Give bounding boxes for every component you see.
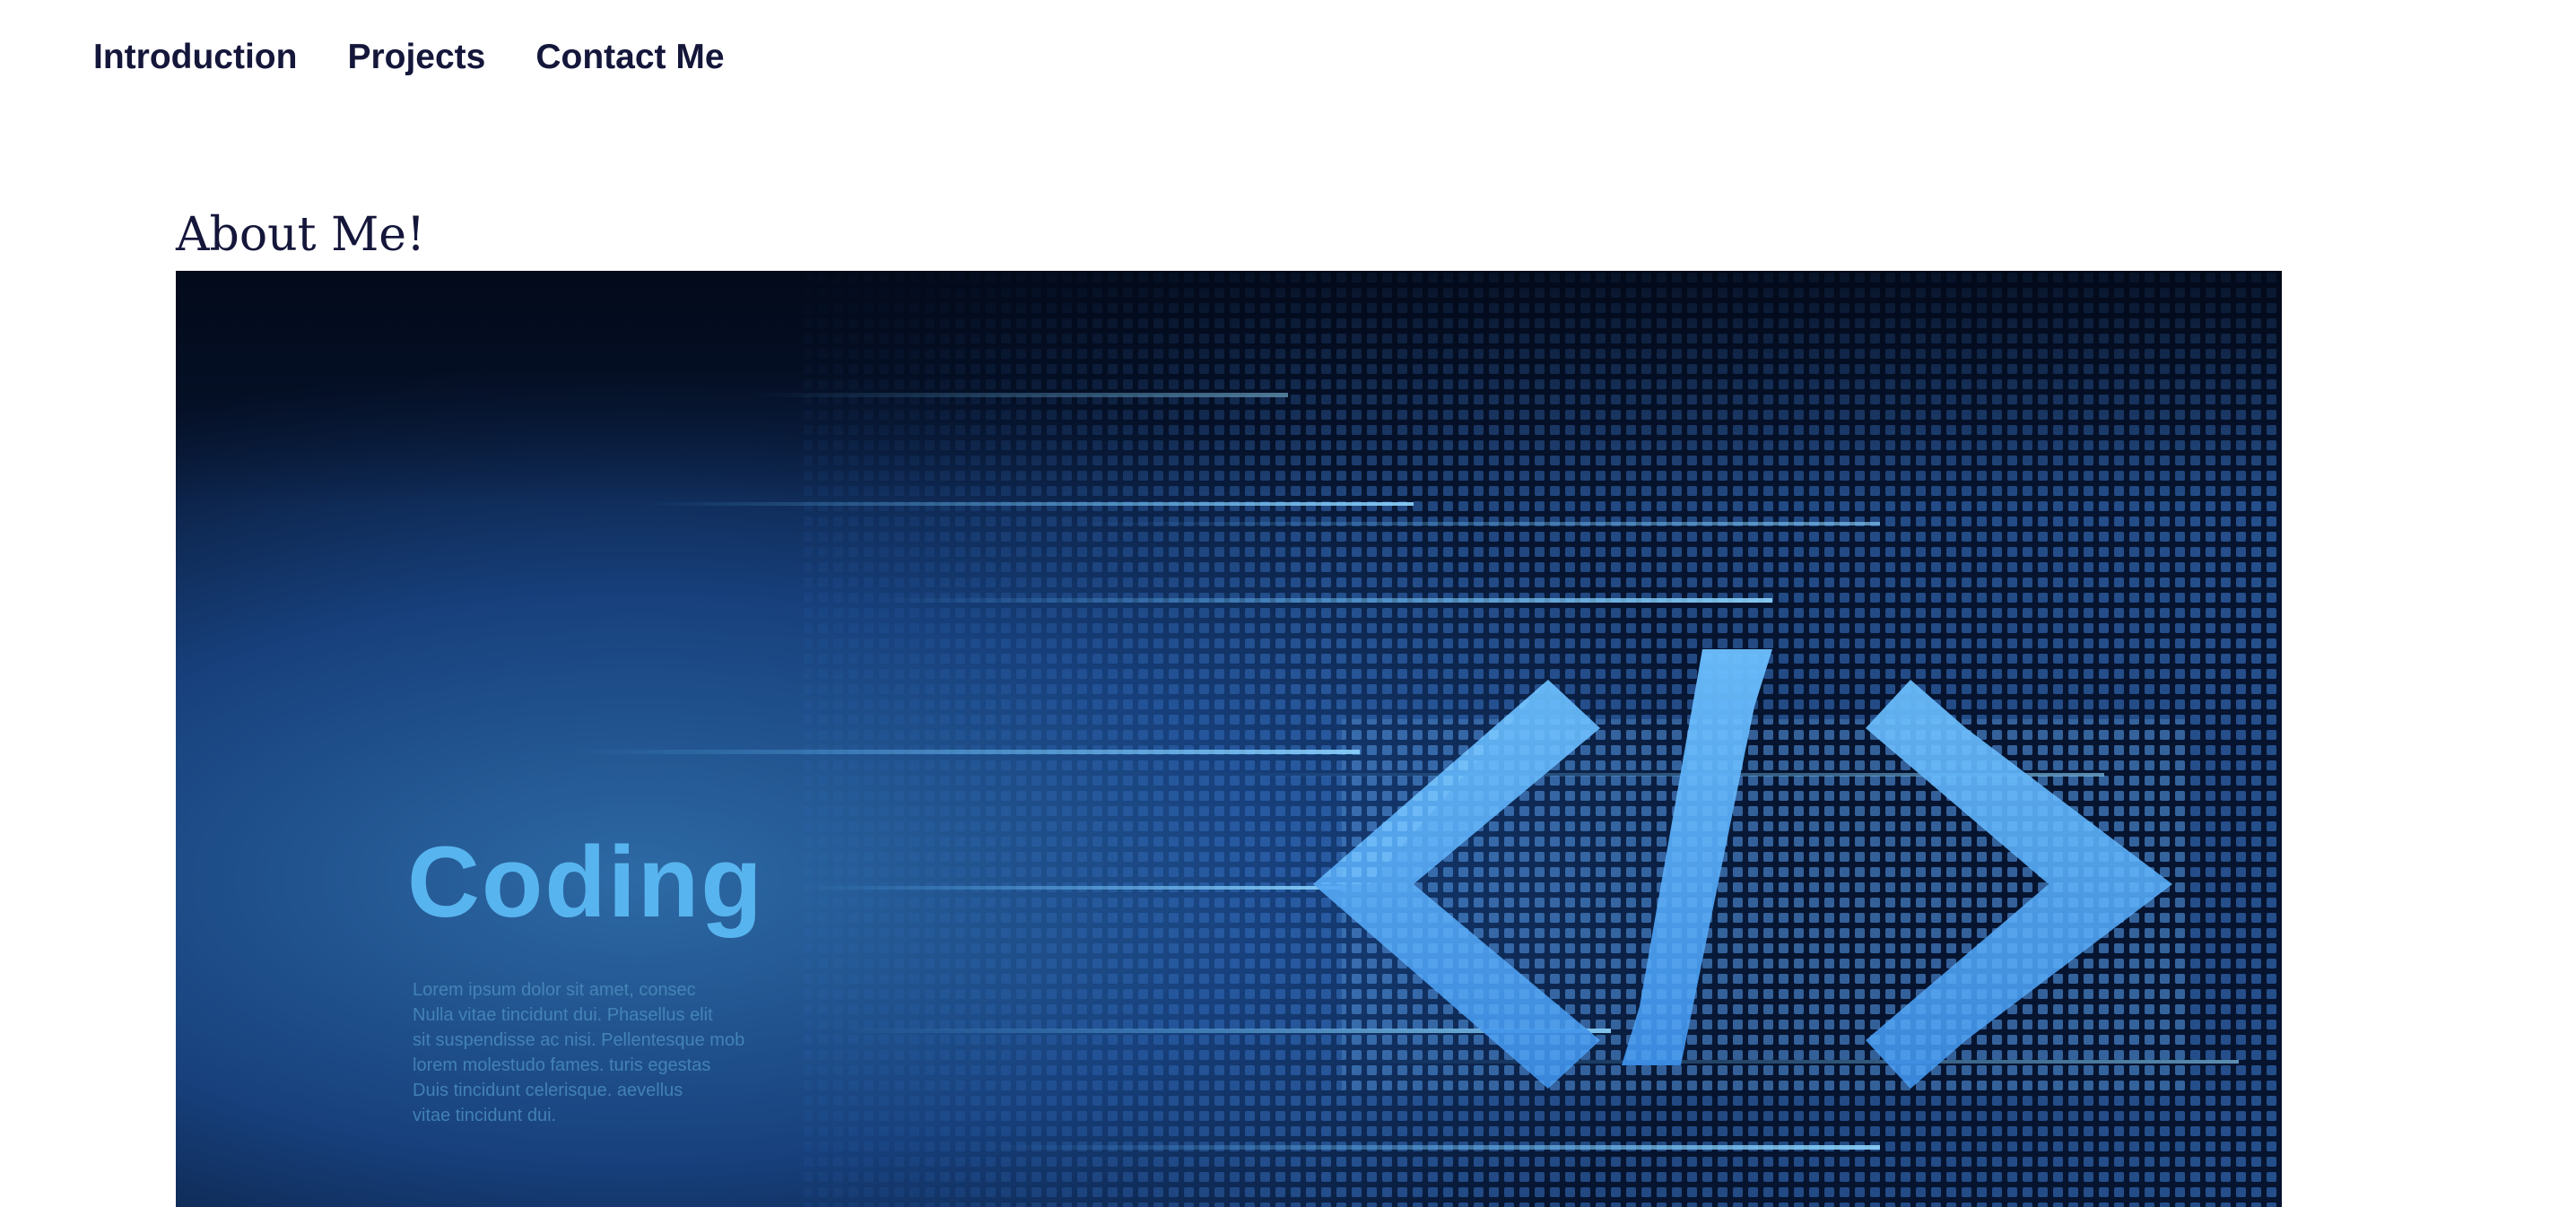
top-nav: Introduction Projects Contact Me	[93, 32, 775, 82]
nav-link-projects[interactable]: Projects	[347, 38, 485, 77]
hero-text-line: Duis tincidunt celerisque. aevellus	[413, 1081, 683, 1100]
about-me-heading: About Me!	[176, 208, 425, 262]
hero-text-line: Nulla vitae tincidunt dui. Phasellus eli…	[413, 1005, 713, 1025]
hero-text-line: lorem molestudo fames. turis egestas	[413, 1055, 710, 1075]
hero-text-line: sit suspendisse ac nisi. Pellentesque mo…	[413, 1030, 744, 1050]
nav-link-introduction[interactable]: Introduction	[93, 38, 297, 77]
nav-link-contact-me[interactable]: Contact Me	[535, 38, 724, 77]
hero-text-line: Lorem ipsum dolor sit amet, consec	[413, 980, 696, 1000]
hero-coding-word: Coding	[407, 826, 764, 938]
coding-hero-image: Coding Lorem ipsum dolor sit amet, conse…	[176, 271, 2282, 1207]
hero-text-line: vitae tincidunt dui.	[413, 1106, 556, 1125]
coding-hero-graphic: Coding Lorem ipsum dolor sit amet, conse…	[176, 271, 2282, 1207]
